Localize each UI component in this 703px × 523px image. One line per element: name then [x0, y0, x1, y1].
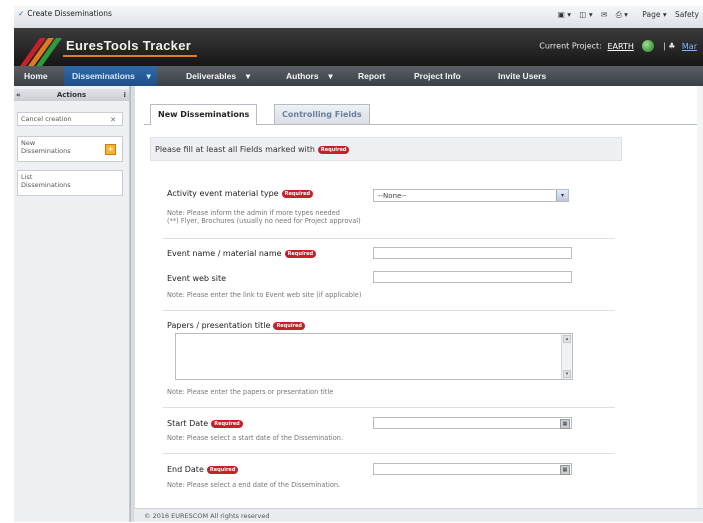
tab-new-disseminations[interactable]: New Disseminations [150, 104, 258, 125]
activity-type-select[interactable]: --None-- ▾ [373, 189, 569, 202]
activity-type-label: Activity event material type Required [167, 189, 314, 198]
sidebar-splitter[interactable] [130, 86, 135, 522]
activity-type-note: (**) Flyer, Brochures (usually no need f… [167, 217, 361, 225]
nav-disseminations[interactable]: Disseminations ▾ [64, 66, 157, 86]
nav-authors[interactable]: Authors ▾ [278, 66, 339, 86]
main-nav: Home Disseminations ▾ Deliverables ▾ Autho… [14, 66, 703, 86]
start-date-note: Note: Please select a start date of the … [167, 434, 344, 442]
end-date-input[interactable]: ▦ [373, 463, 572, 475]
event-web-input[interactable] [373, 271, 572, 283]
required-badge: Required [284, 249, 317, 258]
notice-text: Please fill at least all Fields marked w… [155, 145, 315, 154]
home-icon[interactable]: ▣ ▾ [558, 10, 571, 19]
end-date-note: Note: Please select a end date of the Di… [167, 481, 341, 489]
app-banner: EuresTools Tracker Current Project: EART… [14, 28, 703, 66]
nav-invite-users[interactable]: Invite Users [490, 66, 554, 86]
current-project-label: Current Project: [539, 41, 602, 51]
calendar-icon[interactable]: ▦ [560, 465, 570, 475]
sidebar-header: « Actions ⁝ [14, 89, 129, 101]
divider [163, 238, 615, 239]
page-menu[interactable]: Page ▾ [636, 10, 666, 19]
required-notice: Please fill at least all Fields marked w… [150, 137, 622, 161]
required-badge: Required [211, 419, 243, 428]
start-date-input[interactable]: ▦ [373, 417, 572, 429]
close-icon: ✕ [110, 116, 116, 124]
event-name-input[interactable] [373, 247, 572, 259]
footer-text: © 2016 EURESCOM All rights reserved [144, 512, 270, 520]
activity-type-value: --None-- [378, 192, 407, 200]
sidebar-item-cancel[interactable]: Cancel creation ✕ [17, 112, 123, 126]
browser-toolbar: ✓ Create Disseminations ▣ ▾ ◫ ▾ ✉ ⎙ ▾ Pag… [14, 6, 703, 29]
browser-command-bar: ▣ ▾ ◫ ▾ ✉ ⎙ ▾ Page ▾ Safety [552, 10, 699, 20]
app-title: EuresTools Tracker [63, 38, 198, 57]
event-name-label: Event name / material name Required [167, 249, 317, 258]
footer: © 2016 EURESCOM All rights reserved [134, 508, 703, 522]
collapse-icon[interactable]: « [16, 89, 21, 101]
ie-page-icon: ✓ [18, 9, 25, 18]
event-web-note: Note: Please enter the link to Event web… [167, 291, 362, 299]
project-link[interactable]: EARTH [607, 42, 633, 51]
event-web-label: Event web site [167, 274, 226, 283]
chevron-down-icon: ▾ [245, 71, 251, 81]
chevron-down-icon: ▾ [556, 190, 568, 201]
sidebar-item-label: Cancel creation [21, 115, 72, 123]
nav-project-info[interactable]: Project Info [406, 66, 469, 86]
papers-label: Papers / presentation title Required [167, 321, 305, 330]
sidebar-item-list[interactable]: List Disseminations [17, 170, 123, 196]
sidebar-item-new[interactable]: New Disseminations + [17, 136, 123, 162]
main-scrollbar[interactable] [697, 86, 703, 508]
papers-note: Note: Please enter the papers or present… [167, 388, 334, 396]
print-icon[interactable]: ⎙ ▾ [616, 10, 628, 19]
mail-icon[interactable]: ✉ [601, 10, 607, 19]
divider [163, 310, 615, 311]
divider [163, 453, 615, 454]
scroll-up-icon[interactable]: ▴ [563, 335, 571, 343]
user-icon: ♣ [668, 41, 676, 51]
current-project: Current Project: EARTH | ♣ Mar [539, 40, 697, 52]
tab-controlling-fields[interactable]: Controlling Fields [274, 104, 370, 124]
sidebar-item-label: New [21, 139, 36, 147]
nav-report[interactable]: Report [350, 66, 393, 86]
nav-home[interactable]: Home [16, 66, 56, 86]
browser-tab[interactable]: ✓ Create Disseminations [18, 9, 112, 18]
divider: | [662, 41, 666, 51]
textarea-scrollbar[interactable]: ▴ ▾ [561, 334, 572, 379]
chevron-down-icon: ▾ [328, 71, 333, 81]
required-badge: Required [273, 321, 305, 330]
browser-tab-title: Create Disseminations [27, 9, 112, 18]
menu-icon[interactable]: ⁝ [123, 89, 126, 101]
start-date-label: Start Date Required [167, 419, 243, 428]
required-badge: Required [206, 465, 239, 474]
end-date-label: End Date Required [167, 465, 239, 474]
logo-icon [20, 38, 62, 66]
sidebar: « Actions ⁝ Cancel creation ✕ New Dissem… [14, 86, 130, 522]
calendar-icon[interactable]: ▦ [560, 419, 570, 429]
tab-strip: New Disseminations Controlling Fields [144, 100, 703, 125]
globe-icon[interactable] [642, 40, 655, 52]
sidebar-item-label: List [21, 173, 33, 181]
feeds-icon[interactable]: ◫ ▾ [579, 10, 592, 19]
divider [163, 407, 615, 408]
chevron-down-icon: ▾ [146, 71, 151, 81]
scroll-down-icon[interactable]: ▾ [563, 370, 571, 378]
papers-textarea[interactable]: ▴ ▾ [175, 333, 573, 380]
safety-menu[interactable]: Safety [675, 10, 699, 19]
user-link[interactable]: Mar [682, 42, 697, 51]
required-badge: Required [317, 145, 350, 154]
add-icon: + [105, 144, 116, 155]
sidebar-item-label: Disseminations [21, 181, 71, 189]
sidebar-title: Actions [56, 91, 87, 99]
nav-deliverables[interactable]: Deliverables ▾ [178, 66, 256, 86]
required-badge: Required [281, 189, 314, 198]
